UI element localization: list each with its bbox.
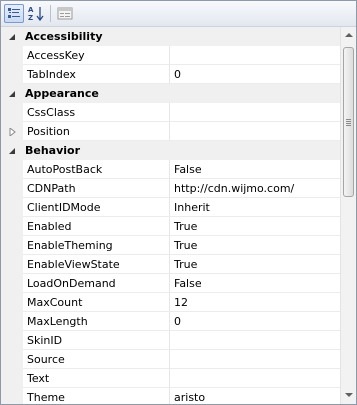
property-name: AccessKey — [27, 49, 85, 62]
property-row[interactable]: SkinID — [1, 331, 340, 350]
category-label: Behavior — [25, 144, 81, 157]
category-row[interactable]: Behavior — [1, 141, 340, 160]
vertical-scrollbar[interactable] — [340, 27, 356, 404]
categorized-icon — [8, 8, 20, 18]
property-value-cell[interactable] — [170, 46, 340, 65]
property-row[interactable]: MaxLength 0 — [1, 312, 340, 331]
row-gutter — [1, 217, 23, 236]
property-name: MaxLength — [27, 315, 88, 328]
alphabetical-sort-button[interactable]: A Z — [26, 4, 46, 23]
property-value-cell[interactable] — [170, 103, 340, 122]
row-gutter — [1, 350, 23, 369]
category-label: Appearance — [25, 87, 99, 100]
property-row[interactable]: AccessKey — [1, 46, 340, 65]
toolbar: A Z — [1, 1, 356, 27]
property-row[interactable]: TabIndex 0 — [1, 65, 340, 84]
toolbar-separator — [50, 5, 51, 22]
property-row[interactable]: AutoPostBack False — [1, 160, 340, 179]
row-gutter — [1, 65, 23, 84]
property-value-cell[interactable] — [170, 293, 340, 312]
property-value[interactable]: http://cdn.wijmo.com/ — [174, 182, 294, 195]
row-gutter — [1, 103, 23, 122]
property-name: TabIndex — [27, 68, 76, 81]
property-row[interactable]: ClientIDMode Inherit — [1, 198, 340, 217]
property-row[interactable]: EnableViewState True — [1, 255, 340, 274]
property-row[interactable]: MaxCount 12 — [1, 293, 340, 312]
property-pages-button[interactable] — [55, 4, 75, 23]
property-value[interactable]: False — [174, 277, 202, 290]
property-name: Enabled — [27, 220, 72, 233]
categorized-view-button[interactable] — [4, 4, 24, 23]
row-gutter — [1, 331, 23, 350]
row-gutter — [1, 236, 23, 255]
scroll-up-arrow-icon[interactable] — [341, 27, 356, 43]
property-name: ClientIDMode — [27, 201, 101, 214]
collapse-triangle-icon[interactable] — [9, 33, 17, 41]
property-row[interactable]: CDNPath http://cdn.wijmo.com/ — [1, 179, 340, 198]
property-value-cell[interactable] — [170, 331, 340, 350]
property-value-cell[interactable] — [170, 350, 340, 369]
property-grid: Accessibility AccessKey TabIndex 0 Appearanc… — [1, 27, 340, 404]
property-value[interactable]: Inherit — [174, 201, 210, 214]
property-row[interactable]: Enabled True — [1, 217, 340, 236]
property-row[interactable]: LoadOnDemand False — [1, 274, 340, 293]
category-row[interactable]: Appearance — [1, 84, 340, 103]
collapse-triangle-icon[interactable] — [9, 90, 17, 98]
scroll-thumb[interactable] — [343, 47, 354, 197]
property-name: CDNPath — [27, 182, 76, 195]
property-grid-window: A Z Accessibility AccessKey TabIndex 0 Appea… — [0, 0, 357, 405]
property-value[interactable]: True — [174, 239, 197, 252]
property-value[interactable]: aristo — [174, 391, 205, 404]
row-gutter — [1, 293, 23, 312]
row-gutter — [1, 198, 23, 217]
collapse-triangle-icon[interactable] — [9, 147, 17, 155]
property-row[interactable]: CssClass — [1, 103, 340, 122]
property-name: Theme — [27, 391, 65, 404]
category-label: Accessibility — [25, 30, 103, 43]
property-value[interactable]: 0 — [174, 68, 181, 81]
property-name: SkinID — [27, 334, 63, 347]
property-value[interactable]: True — [174, 220, 197, 233]
svg-text:A: A — [28, 6, 34, 14]
row-gutter — [1, 274, 23, 293]
property-name: CssClass — [27, 106, 76, 119]
svg-text:Z: Z — [28, 14, 33, 22]
property-value[interactable]: 12 — [174, 296, 188, 309]
property-name: LoadOnDemand — [27, 277, 116, 290]
scroll-down-arrow-icon[interactable] — [341, 387, 356, 403]
row-gutter — [1, 369, 23, 388]
property-row[interactable]: Position — [1, 122, 340, 141]
property-row[interactable]: Text — [1, 369, 340, 388]
property-value[interactable]: True — [174, 258, 197, 271]
property-name: Position — [27, 125, 70, 138]
row-gutter — [1, 312, 23, 331]
property-name: EnableViewState — [27, 258, 120, 271]
property-name: EnableTheming — [27, 239, 113, 252]
property-value-cell[interactable] — [170, 65, 340, 84]
property-name: Text — [27, 372, 50, 385]
property-name: AutoPostBack — [27, 163, 103, 176]
property-row[interactable]: EnableTheming True — [1, 236, 340, 255]
row-gutter — [1, 388, 23, 404]
row-gutter — [1, 160, 23, 179]
property-name: MaxCount — [27, 296, 83, 309]
category-row[interactable]: Accessibility — [1, 27, 340, 46]
property-row[interactable]: Theme aristo — [1, 388, 340, 404]
property-value[interactable]: False — [174, 163, 202, 176]
property-value-cell[interactable] — [170, 312, 340, 331]
property-row[interactable]: Source — [1, 350, 340, 369]
row-gutter — [1, 46, 23, 65]
property-value-cell[interactable] — [170, 122, 340, 141]
property-pages-icon — [57, 7, 73, 20]
property-name: Source — [27, 353, 65, 366]
expand-triangle-icon[interactable] — [9, 128, 17, 136]
property-value-cell[interactable] — [170, 369, 340, 388]
row-gutter — [1, 179, 23, 198]
row-gutter — [1, 255, 23, 274]
sort-az-icon: A Z — [28, 6, 44, 22]
property-value[interactable]: 0 — [174, 315, 181, 328]
